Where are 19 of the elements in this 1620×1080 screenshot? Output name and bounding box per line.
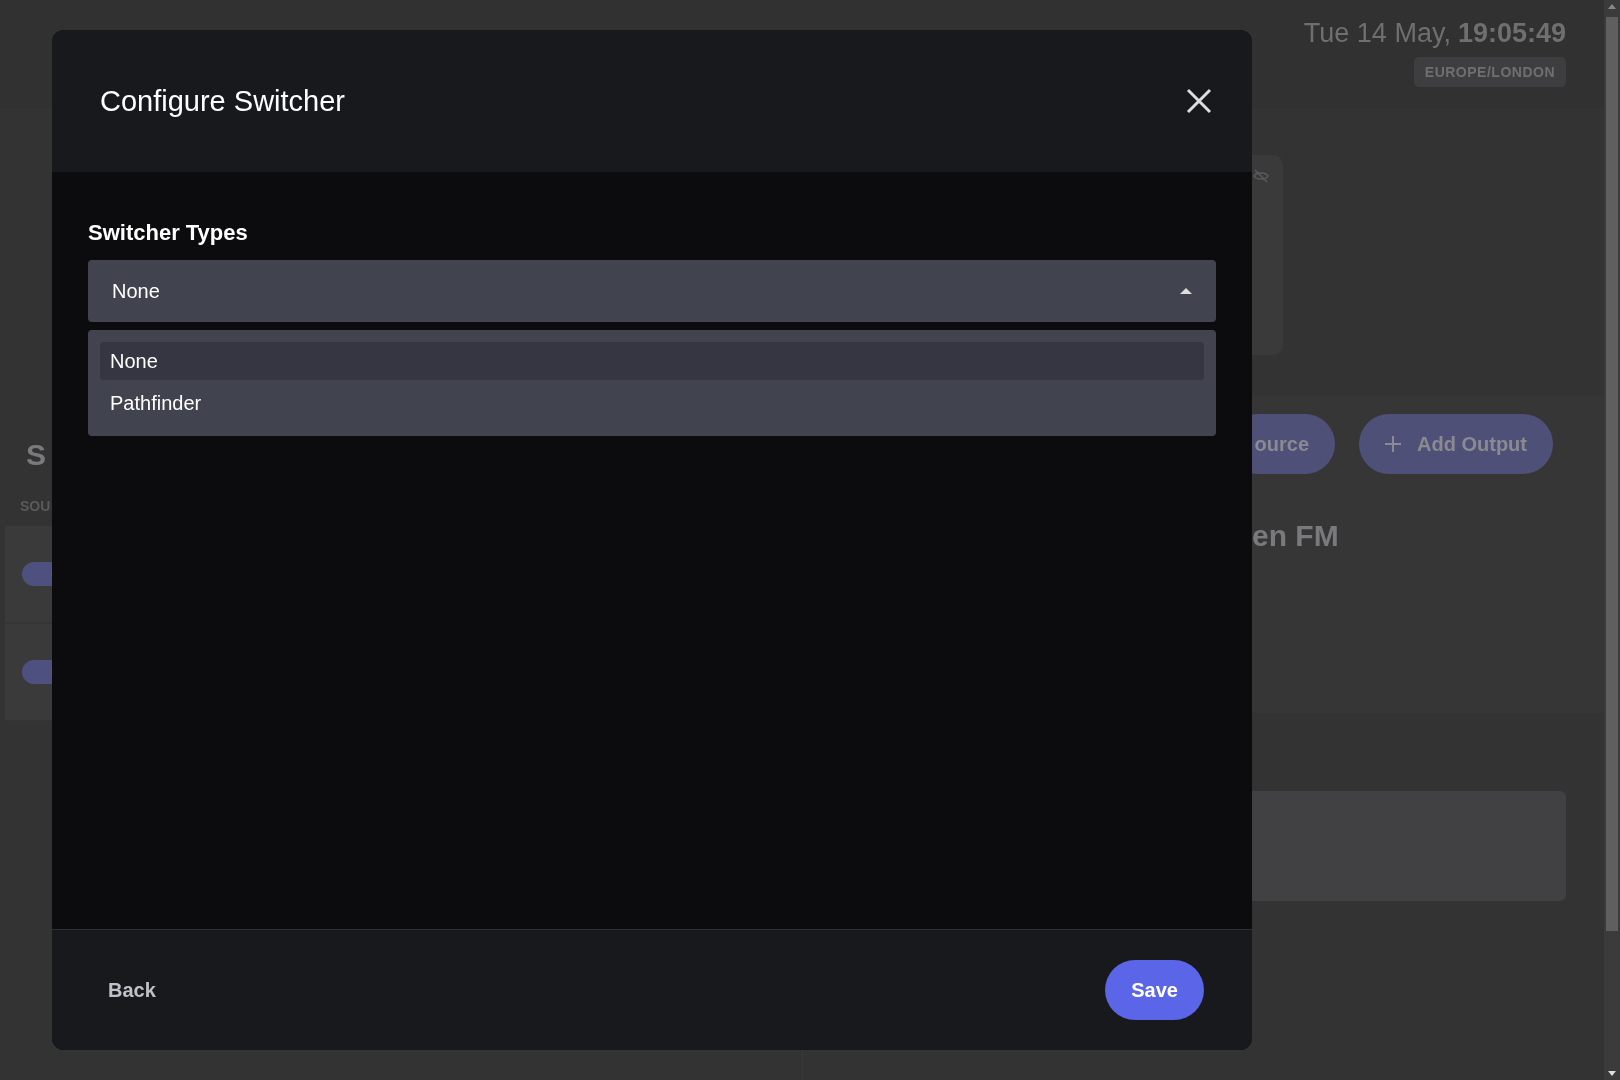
section-heading: S	[26, 438, 46, 471]
dropdown-option[interactable]: None	[100, 342, 1204, 380]
scroll-up-icon[interactable]	[1608, 4, 1616, 9]
field-label: Switcher Types	[88, 220, 249, 246]
clock-time: 19:05:49	[1457, 18, 1566, 49]
plus-icon	[1385, 436, 1402, 452]
save-button[interactable]: Save	[1105, 960, 1204, 1020]
dropdown-option[interactable]: Pathfinder	[100, 384, 1204, 422]
station-title: en FM	[1252, 519, 1339, 552]
dialog-title: Configure Switcher	[100, 84, 345, 118]
date-text: Tue 14 May,	[1303, 18, 1451, 49]
scroll-down-icon[interactable]	[1608, 1071, 1616, 1076]
close-icon	[1186, 88, 1212, 114]
caret-icon	[1180, 288, 1192, 294]
back-button[interactable]: Back	[108, 978, 156, 1002]
eye-slash-icon	[1253, 169, 1269, 183]
scrollbar[interactable]	[1604, 0, 1620, 1080]
close-button[interactable]	[1186, 88, 1212, 114]
switcher-type-dropdown[interactable]: None	[88, 260, 1216, 322]
